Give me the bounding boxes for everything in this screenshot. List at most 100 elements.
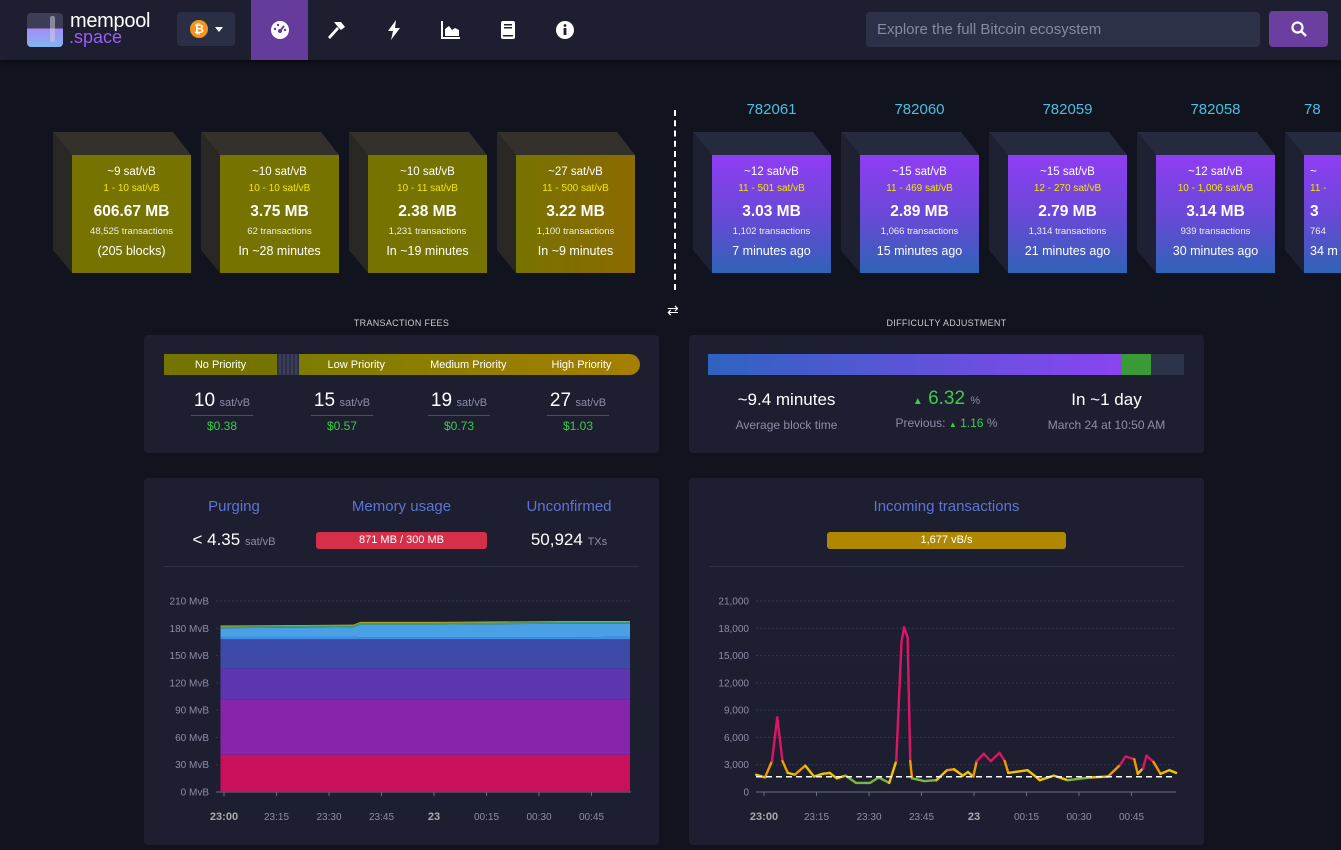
- blockchain-block[interactable]: ~15 sat/vB 12 - 270 sat/vB 2.79 MB 1,314 tr…: [989, 132, 1127, 273]
- block-front[interactable]: ~9 sat/vB 1 - 10 sat/vB 606.67 MB 48,525 tr…: [72, 155, 191, 273]
- incoming-transactions-chart[interactable]: 0 3,000 6,000 9,000 12,000 15,000 18,000 21,000…: [689, 578, 1204, 838]
- y-tick-label: 180 MvB: [170, 624, 210, 635]
- blockchain-block[interactable]: ~12 sat/vB 11 - 501 sat/vB 3.03 MB 1,102 tr…: [693, 132, 831, 273]
- block-size: 2.79 MB: [1038, 203, 1097, 220]
- block-txs: 1,066 transactions: [880, 226, 959, 237]
- y-tick-label: 6,000: [724, 733, 749, 744]
- line-segment: [868, 776, 880, 785]
- nav-mining[interactable]: [308, 0, 365, 60]
- block-txs: 1,102 transactions: [732, 226, 811, 237]
- block-eta: In ~19 minutes: [386, 244, 469, 258]
- mempool-size-chart[interactable]: 0 MvB 30 MvB 60 MvB 90 MvB 120 MvB 150 MvB 180…: [144, 578, 659, 838]
- purging-label: Purging: [208, 498, 260, 515]
- medium-priority-label: Medium Priority: [430, 358, 507, 371]
- difficulty-eta: In ~1 day March 24 at 10:50 AM: [1047, 390, 1166, 432]
- line-segment: [793, 764, 807, 776]
- nav-lightning[interactable]: [365, 0, 422, 60]
- x-tick-label: 00:30: [1066, 812, 1091, 823]
- line-segment: [910, 777, 926, 783]
- block-txs: 939 transactions: [1180, 226, 1251, 237]
- block-age: 7 minutes ago: [732, 244, 811, 258]
- search-input[interactable]: [866, 12, 1260, 47]
- block-height-link[interactable]: 78: [1304, 101, 1341, 118]
- nav-docs[interactable]: [479, 0, 536, 60]
- mempool-block[interactable]: ~27 sat/vB 11 - 500 sat/vB 3.22 MB 1,100 tr…: [497, 132, 635, 273]
- line-segment: [763, 759, 774, 779]
- x-tick-label: 23:30: [316, 812, 341, 823]
- nav-about[interactable]: [536, 0, 593, 60]
- block-side-face: [53, 132, 72, 273]
- dashboard-icon: [270, 21, 289, 39]
- y-tick-label: 210 MvB: [170, 597, 210, 608]
- mempool-block[interactable]: ~9 sat/vB 1 - 10 sat/vB 606.67 MB 48,525 tr…: [53, 132, 191, 273]
- block-size: 3.14 MB: [1186, 203, 1245, 220]
- block-size: 606.67 MB: [93, 203, 170, 220]
- block-top-face: [201, 132, 339, 155]
- block-front[interactable]: ~15 sat/vB 11 - 469 sat/vB 2.89 MB 1,066 tr…: [860, 155, 979, 273]
- unconfirmed-label: Unconfirmed: [526, 498, 612, 515]
- block-top-face: [1137, 132, 1275, 155]
- block-front[interactable]: ~15 sat/vB 12 - 270 sat/vB 2.79 MB 1,314 tr…: [1008, 155, 1127, 273]
- block-size: 2.89 MB: [890, 203, 949, 220]
- block-height-link[interactable]: 782061: [712, 101, 831, 118]
- line-segment: [972, 759, 978, 778]
- network-selector[interactable]: ₿: [177, 12, 235, 46]
- block-median: ~10 sat/vB: [252, 166, 307, 178]
- block-front[interactable]: ~12 sat/vB 10 - 1,006 sat/vB 3.14 MB 939 tr…: [1156, 155, 1275, 273]
- nav-dashboard[interactable]: [251, 0, 308, 60]
- block-front[interactable]: ~10 sat/vB 10 - 10 sat/vB 3.75 MB 62 transa…: [220, 155, 339, 273]
- block-top-face: [989, 132, 1127, 155]
- block-range: 12 - 270 sat/vB: [1033, 183, 1102, 194]
- arrow-up-icon: ▲: [912, 396, 923, 407]
- area-series-3: [220, 639, 630, 669]
- block-median: ~10 sat/vB: [400, 166, 455, 178]
- incoming-transactions-label: Incoming transactions: [873, 498, 1020, 515]
- mempool-block[interactable]: ~10 sat/vB 10 - 10 sat/vB 3.75 MB 62 transa…: [201, 132, 339, 273]
- blockchain-block[interactable]: ~11 - 3 764 34 m: [1285, 132, 1341, 273]
- block-height-link[interactable]: 782059: [1008, 101, 1127, 118]
- block-height-link[interactable]: 782060: [860, 101, 979, 118]
- line-segment: [975, 752, 985, 763]
- difficulty-progress-ahead: [1122, 354, 1151, 375]
- line-segment: [770, 716, 779, 763]
- block-front[interactable]: ~12 sat/vB 11 - 501 sat/vB 3.03 MB 1,102 tr…: [712, 155, 831, 273]
- block-range: 11 - 500 sat/vB: [542, 183, 609, 194]
- x-tick-label: 00:15: [1014, 812, 1039, 823]
- line-segment: [982, 752, 992, 763]
- x-tick-label: 23:15: [804, 812, 829, 823]
- block-side-face: [1137, 132, 1156, 273]
- block-side-face: [693, 132, 712, 273]
- fee-medium-priority: 19 sat/vB $0.73: [414, 390, 504, 433]
- fee-high-priority: 27 sat/vB $1.03: [533, 390, 623, 433]
- search-button[interactable]: [1269, 11, 1328, 47]
- nav-graphs[interactable]: [422, 0, 479, 60]
- search-icon: [1290, 21, 1307, 37]
- swap-arrows-icon[interactable]: ⇄: [667, 302, 679, 319]
- blockchain-block[interactable]: ~15 sat/vB 11 - 469 sat/vB 2.89 MB 1,066 tr…: [841, 132, 979, 273]
- x-tick-label: 00:15: [474, 812, 499, 823]
- purging-value: < 4.35 sat/vB: [192, 530, 276, 549]
- blockchain-block[interactable]: ~12 sat/vB 10 - 1,006 sat/vB 3.14 MB 939 tr…: [1137, 132, 1275, 273]
- priority-segments: Low Priority Medium Priority High Priori…: [299, 354, 640, 375]
- difficulty-adjustment-title: DIFFICULTY ADJUSTMENT: [886, 318, 1007, 328]
- block-eta: In ~28 minutes: [238, 244, 321, 258]
- x-tick-label: 00:45: [1119, 812, 1144, 823]
- top-navbar: mempool .space ₿: [0, 0, 1341, 60]
- block-top-face: [349, 132, 487, 155]
- mempool-block[interactable]: ~10 sat/vB 10 - 11 sat/vB 2.38 MB 1,231 tra…: [349, 132, 487, 273]
- block-front[interactable]: ~11 - 3 764 34 m: [1304, 155, 1341, 273]
- line-segment: [1003, 759, 1010, 775]
- difficulty-progress-fill: [708, 354, 1123, 375]
- x-tick-label: 23: [428, 811, 440, 823]
- block-front[interactable]: ~27 sat/vB 11 - 500 sat/vB 3.22 MB 1,100 tr…: [516, 155, 635, 273]
- block-front[interactable]: ~10 sat/vB 10 - 11 sat/vB 2.38 MB 1,231 tra…: [368, 155, 487, 273]
- block-age: 34 m: [1310, 244, 1338, 258]
- block-top-face: [693, 132, 831, 155]
- block-height-link[interactable]: 782058: [1156, 101, 1275, 118]
- y-tick-label: 18,000: [718, 624, 749, 635]
- block-median: ~12 sat/vB: [744, 166, 799, 178]
- logo-text-suffix[interactable]: .space: [69, 27, 122, 48]
- y-tick-label: 150 MvB: [170, 651, 210, 662]
- area-series-1: [220, 699, 630, 755]
- logo-icon[interactable]: [27, 13, 63, 47]
